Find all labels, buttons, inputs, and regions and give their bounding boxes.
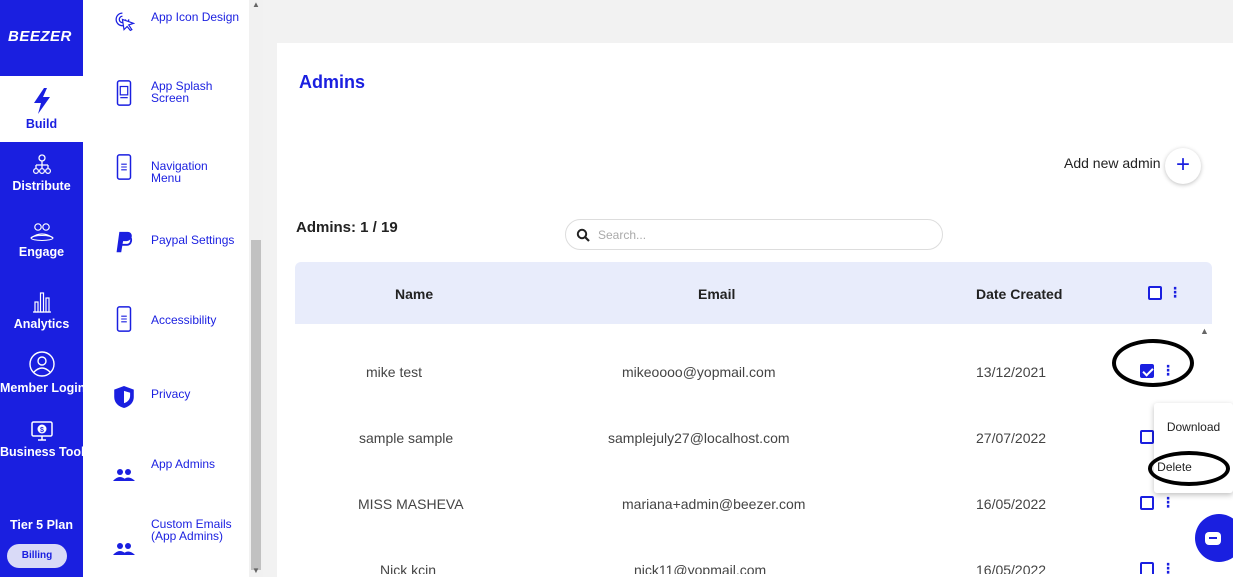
org-chart-icon: [32, 154, 51, 175]
plan-label: Tier 5 Plan: [10, 518, 73, 532]
table-row: sample sample samplejuly27@localhost.com…: [295, 404, 1212, 470]
table-header: Name Email Date Created ⋮: [295, 262, 1212, 324]
subnav-item-navigation-menu[interactable]: Navigation Menu: [83, 152, 249, 212]
search-box: [565, 219, 943, 250]
group-icon: [113, 543, 135, 555]
subnav-item-paypal-settings[interactable]: Paypal Settings: [83, 226, 249, 286]
rail-label: Business Tools: [0, 445, 92, 459]
rail-item-distribute[interactable]: Distribute: [0, 154, 83, 193]
page-header: Admins: [277, 43, 1233, 117]
column-header-date[interactable]: Date Created: [976, 286, 1062, 302]
beezer-logo[interactable]: BEEZER: [8, 28, 72, 45]
row-email: samplejuly27@localhost.com: [608, 430, 790, 446]
subnav-item-app-icon-design[interactable]: App Icon Design: [83, 0, 249, 60]
rail-item-member-login[interactable]: Member Login: [0, 350, 86, 395]
menu-item-download[interactable]: Download: [1154, 420, 1233, 434]
subnav-scrollbar[interactable]: ▲ ▼: [249, 0, 263, 577]
subnav-item-app-splash-screen[interactable]: App Splash Screen: [83, 76, 249, 136]
phone-doc-icon: [116, 306, 132, 332]
row-date: 16/05/2022: [976, 496, 1047, 512]
shield-icon: [114, 386, 134, 408]
rail-label: Engage: [18, 245, 65, 259]
bar-chart-icon: [32, 292, 51, 313]
rail-item-engage[interactable]: Engage: [0, 222, 83, 259]
page-title: Admins: [299, 72, 366, 92]
paypal-icon: [116, 231, 133, 253]
subnav-item-custom-emails[interactable]: Custom Emails (App Admins): [83, 516, 249, 576]
rail-label: Analytics: [13, 317, 70, 331]
billing-button[interactable]: Billing: [7, 544, 67, 568]
row-name: MISS MASHEVA: [358, 496, 464, 512]
search-input[interactable]: [598, 226, 928, 244]
subnav-item-app-admins[interactable]: App Admins: [83, 454, 249, 514]
row-email: mikeoooo@yopmail.com: [622, 364, 776, 380]
cursor-click-icon: [115, 12, 135, 32]
rail-item-build[interactable]: Build: [0, 76, 83, 142]
subnav-label: Custom Emails (App Admins): [151, 517, 232, 543]
highlight-ring-delete: [1148, 451, 1230, 486]
rail-label: Distribute: [12, 179, 71, 193]
row-name: Nick kcin: [380, 562, 437, 574]
table-row: MISS MASHEVA mariana+admin@beezer.com 16…: [295, 470, 1212, 536]
row-checkbox[interactable]: [1140, 430, 1154, 444]
row-email: nick11@yopmail.com: [634, 562, 767, 574]
row-name: sample sample: [359, 430, 454, 446]
people-icon: [30, 223, 53, 241]
scroll-thumb[interactable]: [251, 240, 261, 570]
scroll-up-icon[interactable]: ▲: [252, 0, 260, 9]
column-header-name[interactable]: Name: [395, 286, 433, 302]
rail-label: Build: [25, 117, 58, 131]
row-date: 16/05/2022: [976, 562, 1047, 574]
scroll-down-icon[interactable]: ▼: [252, 566, 260, 575]
highlight-ring-checkbox: [1112, 339, 1194, 387]
subnav-label: Privacy: [151, 387, 191, 401]
phone-splash-icon: [116, 80, 132, 106]
group-icon: [113, 469, 135, 481]
main-nav-rail: BEEZER Build Distribute Engage Analytics…: [0, 0, 92, 577]
subnav-label: App Splash Screen: [151, 79, 213, 105]
subnav-item-accessibility[interactable]: Accessibility: [83, 302, 249, 362]
rail-label: Member Login: [0, 381, 86, 395]
subnav-item-privacy[interactable]: Privacy: [83, 376, 249, 436]
search-icon: [576, 228, 590, 242]
select-all-checkbox[interactable]: [1148, 286, 1162, 300]
row-more-icon[interactable]: ⋮: [1161, 561, 1175, 574]
lightning-icon: [33, 88, 50, 114]
rail-item-business-tools[interactable]: $ Business Tools: [0, 420, 92, 459]
column-header-email[interactable]: Email: [698, 286, 735, 302]
subnav-label: Accessibility: [151, 313, 217, 327]
row-date: 27/07/2022: [976, 430, 1047, 446]
monitor-dollar-icon: $: [30, 421, 53, 441]
subnav-label: Navigation Menu: [151, 159, 208, 185]
row-checkbox[interactable]: [1140, 496, 1154, 510]
table-row: Nick kcin nick11@yopmail.com 16/05/2022 …: [295, 534, 1212, 574]
subnav-label: Paypal Settings: [151, 233, 235, 247]
rail-item-analytics[interactable]: Analytics: [0, 290, 83, 331]
row-more-icon[interactable]: ⋮: [1161, 495, 1175, 509]
subnav-label: App Admins: [151, 457, 216, 471]
scroll-up-icon[interactable]: ▲: [1200, 326, 1209, 336]
table-row: mike test mikeoooo@yopmail.com 13/12/202…: [295, 340, 1212, 406]
row-email: mariana+admin@beezer.com: [622, 496, 806, 512]
phone-menu-icon: [116, 154, 132, 180]
header-more-icon[interactable]: ⋮: [1168, 285, 1182, 299]
add-admin-button[interactable]: +: [1165, 148, 1201, 184]
admins-count: Admins: 1 / 19: [296, 219, 398, 236]
user-circle-icon: [28, 351, 55, 377]
build-subnav: App Icon Design App Splash Screen Naviga…: [83, 0, 249, 577]
add-admin-label[interactable]: Add new admin: [1064, 155, 1161, 171]
chat-icon: [1205, 532, 1221, 545]
row-date: 13/12/2021: [976, 364, 1047, 380]
row-name: mike test: [366, 364, 423, 380]
subnav-label: App Icon Design: [151, 10, 240, 24]
svg-text:$: $: [40, 427, 44, 434]
row-checkbox[interactable]: [1140, 562, 1154, 574]
